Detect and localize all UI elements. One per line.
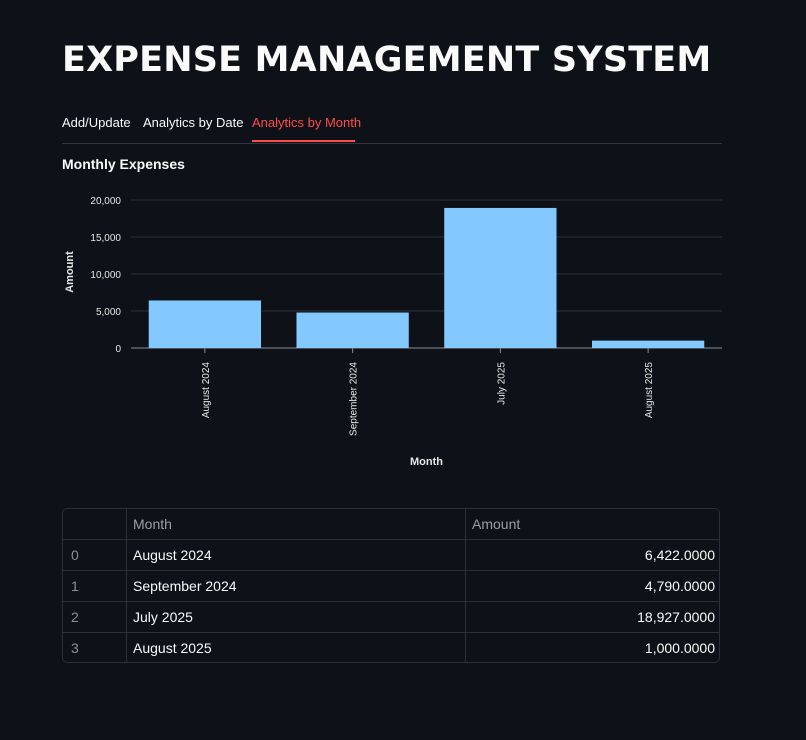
table-cell-month[interactable]: September 2024 <box>127 571 466 602</box>
page-title: EXPENSE MANAGEMENT SYSTEM <box>62 40 712 80</box>
table-row: 0 August 2024 6,422.0000 <box>63 540 719 571</box>
table-cell-amount[interactable]: 18,927.0000 <box>466 602 719 633</box>
active-tab-indicator <box>252 140 355 142</box>
table-cell-index: 2 <box>63 602 127 633</box>
table-cell-amount[interactable]: 1,000.0000 <box>466 633 719 662</box>
y-axis-title: Amount <box>64 251 76 293</box>
table-cell-amount[interactable]: 6,422.0000 <box>466 540 719 571</box>
bar <box>296 312 409 348</box>
x-tick-label: August 2025 <box>644 362 655 419</box>
app-page: EXPENSE MANAGEMENT SYSTEM Add/Update Ana… <box>0 0 806 740</box>
table-cell-month[interactable]: July 2025 <box>127 602 466 633</box>
y-tick-label: 5,000 <box>96 307 121 318</box>
y-tick-label: 15,000 <box>90 233 121 244</box>
bar <box>591 340 705 348</box>
table-cell-month[interactable]: August 2025 <box>127 633 466 662</box>
y-tick-label: 20,000 <box>90 196 121 207</box>
bar <box>444 207 557 348</box>
x-tick-label: July 2025 <box>496 362 507 405</box>
tab-analytics-by-date[interactable]: Analytics by Date <box>143 115 243 130</box>
table-header-index <box>63 509 127 540</box>
x-axis-title: Month <box>410 456 443 468</box>
table-row: 3 August 2025 1,000.0000 <box>63 633 719 662</box>
table-header-month[interactable]: Month <box>127 509 466 540</box>
table-cell-amount[interactable]: 4,790.0000 <box>466 571 719 602</box>
section-subheader: Monthly Expenses <box>62 156 185 172</box>
x-tick-label: August 2024 <box>201 362 212 419</box>
table-row: 1 September 2024 4,790.0000 <box>63 571 719 602</box>
table-row: 2 July 2025 18,927.0000 <box>63 602 719 633</box>
table-cell-index: 3 <box>63 633 127 662</box>
table-cell-month[interactable]: August 2024 <box>127 540 466 571</box>
table-cell-index: 1 <box>63 571 127 602</box>
y-tick-label: 0 <box>115 344 121 355</box>
y-tick-label: 10,000 <box>90 270 121 281</box>
table-header-row: Month Amount <box>63 509 719 540</box>
bar <box>148 300 262 348</box>
tab-add-update[interactable]: Add/Update <box>62 115 131 130</box>
tab-analytics-by-month[interactable]: Analytics by Month <box>252 115 361 130</box>
table-header-amount[interactable]: Amount <box>466 509 719 540</box>
monthly-expenses-table: Month Amount 0 August 2024 6,422.0000 1 … <box>62 508 720 663</box>
tab-bar: Add/Update Analytics by Date Analytics b… <box>62 108 722 144</box>
x-tick-label: September 2024 <box>349 362 360 436</box>
table-cell-index: 0 <box>63 540 127 571</box>
